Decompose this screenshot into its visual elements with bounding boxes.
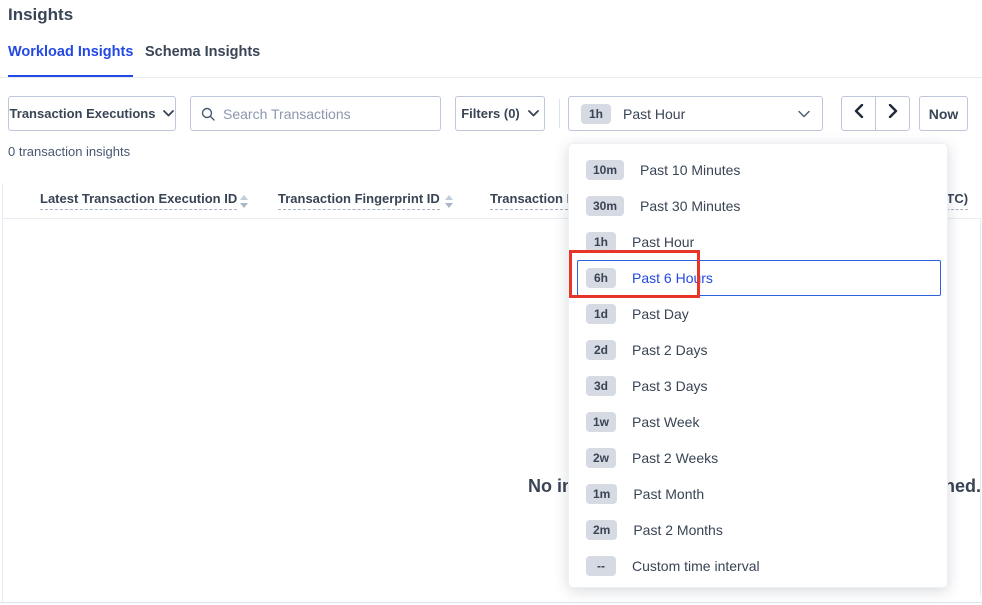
time-interval-select[interactable]: 1h Past Hour — [568, 96, 823, 131]
tab-bar: Workload Insights Schema Insights — [0, 44, 982, 78]
time-option-badge: 1d — [586, 304, 616, 324]
time-option-label: Past 2 Months — [633, 522, 723, 538]
time-option-badge: 2d — [586, 340, 616, 360]
chevron-left-icon — [854, 104, 864, 123]
next-interval-button[interactable] — [875, 96, 910, 131]
time-option-badge: 1m — [586, 484, 617, 504]
time-option-badge: 10m — [586, 160, 624, 180]
previous-interval-button[interactable] — [841, 96, 876, 131]
column-header-latest-transaction-execution-id[interactable]: Latest Transaction Execution ID — [40, 191, 237, 210]
time-option-badge: 1h — [586, 232, 616, 252]
time-option-past-3-days[interactable]: 3d Past 3 Days — [577, 368, 941, 404]
time-option-past-10-minutes[interactable]: 10m Past 10 Minutes — [577, 152, 941, 188]
time-option-past-hour[interactable]: 1h Past Hour — [577, 224, 941, 260]
time-option-label: Past 10 Minutes — [640, 162, 740, 178]
time-option-past-day[interactable]: 1d Past Day — [577, 296, 941, 332]
time-option-label: Past Month — [633, 486, 704, 502]
time-option-past-month[interactable]: 1m Past Month — [577, 476, 941, 512]
time-option-label: Past Hour — [632, 234, 694, 250]
time-option-past-2-days[interactable]: 2d Past 2 Days — [577, 332, 941, 368]
time-option-badge: 6h — [586, 268, 616, 288]
time-option-label: Past 30 Minutes — [640, 198, 740, 214]
time-option-past-6-hours[interactable]: 6h Past 6 Hours — [577, 260, 941, 296]
page-title: Insights — [8, 5, 73, 25]
time-option-custom-interval[interactable]: -- Custom time interval — [577, 548, 941, 584]
time-option-past-2-months[interactable]: 2m Past 2 Months — [577, 512, 941, 548]
tab-schema-insights[interactable]: Schema Insights — [145, 44, 260, 77]
time-nav-group — [841, 96, 911, 131]
search-input[interactable] — [223, 106, 430, 122]
sort-icon[interactable] — [445, 195, 453, 208]
empty-state-text-fragment: ned. — [944, 476, 981, 497]
time-option-label: Past 6 Hours — [632, 270, 713, 286]
chevron-down-icon — [798, 110, 810, 118]
time-option-badge: 1w — [586, 412, 616, 432]
now-label: Now — [929, 106, 959, 122]
time-interval-value: Past Hour — [623, 106, 786, 122]
now-button[interactable]: Now — [919, 96, 968, 131]
report-type-label: Transaction Executions — [10, 106, 156, 121]
table-right-border — [980, 218, 981, 597]
time-option-badge: 2w — [586, 448, 616, 468]
time-option-label: Past Day — [632, 306, 689, 322]
time-interval-badge: 1h — [581, 104, 611, 124]
report-type-dropdown[interactable]: Transaction Executions — [8, 96, 176, 131]
filters-label: Filters (0) — [461, 106, 520, 121]
toolbar-divider — [559, 99, 560, 128]
empty-state-text-fragment: No in — [528, 476, 573, 497]
table-left-border — [2, 183, 3, 603]
time-option-label: Custom time interval — [632, 558, 760, 574]
chevron-down-icon — [528, 110, 539, 117]
time-option-past-30-minutes[interactable]: 30m Past 30 Minutes — [577, 188, 941, 224]
time-option-badge: -- — [586, 556, 616, 576]
search-icon — [201, 107, 215, 121]
tab-workload-insights[interactable]: Workload Insights — [8, 44, 133, 77]
search-box[interactable] — [190, 96, 441, 131]
time-option-past-2-weeks[interactable]: 2w Past 2 Weeks — [577, 440, 941, 476]
time-option-label: Past 2 Days — [632, 342, 707, 358]
time-option-label: Past Week — [632, 414, 699, 430]
filters-button[interactable]: Filters (0) — [455, 96, 545, 131]
table-bottom-border — [0, 602, 982, 603]
sort-icon[interactable] — [240, 195, 248, 208]
column-header-transaction-execution-clipped[interactable]: Transaction Ex — [490, 191, 568, 210]
time-option-label: Past 3 Days — [632, 378, 707, 394]
column-header-transaction-fingerprint-id[interactable]: Transaction Fingerprint ID — [278, 191, 440, 210]
time-option-badge: 30m — [586, 196, 624, 216]
time-option-label: Past 2 Weeks — [632, 450, 718, 466]
chevron-down-icon — [163, 110, 174, 117]
time-option-badge: 2m — [586, 520, 617, 540]
time-option-past-week[interactable]: 1w Past Week — [577, 404, 941, 440]
chevron-right-icon — [888, 104, 898, 123]
insights-count: 0 transaction insights — [8, 144, 130, 159]
time-interval-dropdown: 10m Past 10 Minutes 30m Past 30 Minutes … — [568, 143, 948, 588]
time-option-badge: 3d — [586, 376, 616, 396]
